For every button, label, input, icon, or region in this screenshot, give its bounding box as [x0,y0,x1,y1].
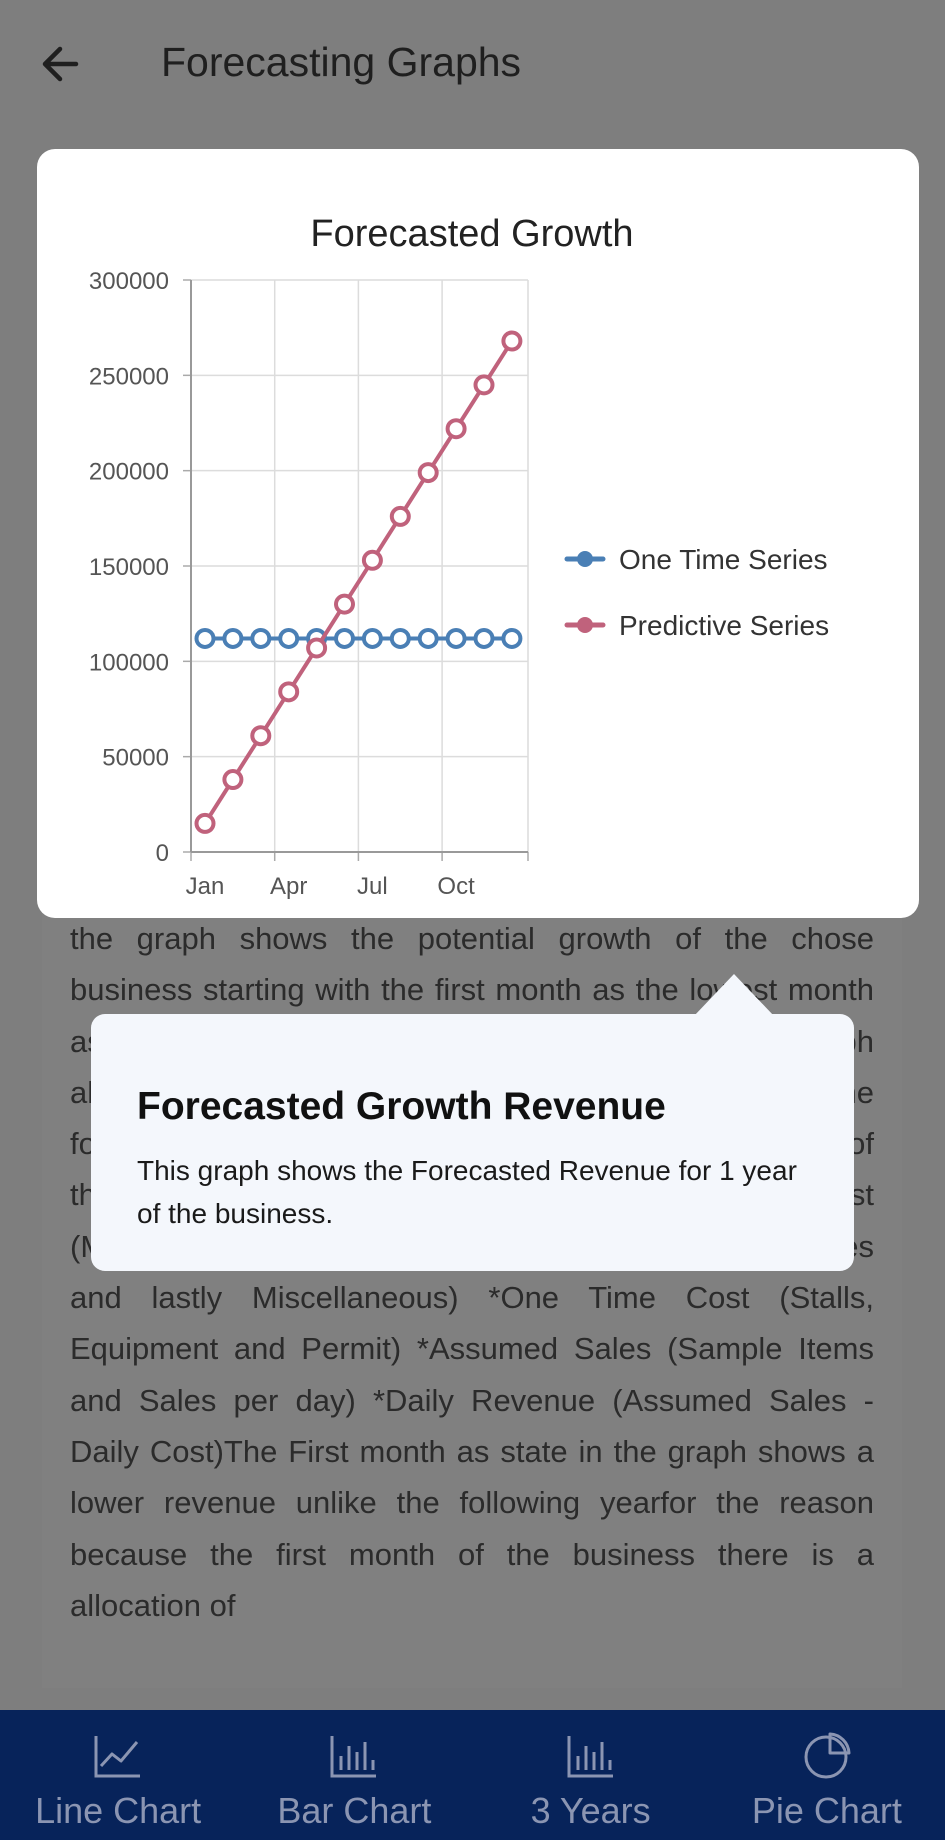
chart-background [47,167,911,909]
data-point [389,505,411,527]
data-point [473,374,495,396]
data-point [334,627,355,649]
data-point [194,812,216,834]
data-point [250,627,272,649]
y-tick-label: 200000 [89,459,169,486]
x-tick-label: Apr [270,873,307,900]
x-tick-label: Jan [186,873,225,900]
popover-description: This graph shows the Forecasted Revenue … [137,1155,797,1229]
bottom-navigation: Line Chart Bar Chart 3 Years Pie Chart [0,1710,945,1840]
data-point [306,637,328,659]
bar-chart-icon [567,1736,613,1778]
chart-card: Forecasted Growth 0 50000 100000 150000 20000… [37,149,919,918]
y-tick-label: 250000 [89,363,169,390]
data-point [194,627,216,649]
forecast-line-chart: Forecasted Growth 0 50000 100000 150000 20000… [47,167,911,909]
nav-label-3-years: 3 Years [530,1790,651,1831]
data-point [473,627,495,649]
page-title: Forecasting Graphs [161,39,522,85]
y-tick-label: 150000 [89,554,169,581]
y-tick-label: 0 [156,840,169,867]
nav-pie-chart[interactable]: Pie Chart [709,1710,945,1840]
y-tick-label: 300000 [89,268,169,295]
data-point [278,627,300,649]
data-point [389,627,411,649]
bar-chart-icon [330,1736,377,1778]
data-point [501,627,523,649]
legend-label: Predictive Series [619,610,829,641]
nav-bar-chart[interactable]: Bar Chart [236,1710,472,1840]
data-point [250,725,272,747]
line-chart-icon [94,1736,141,1778]
data-point [361,627,383,649]
chart-title: Forecasted Growth [310,213,633,255]
data-point [417,462,439,484]
legend-swatch-dot [577,617,593,633]
nav-label-pie-chart: Pie Chart [751,1790,902,1831]
y-tick-label: 100000 [89,649,169,676]
popover-title: Forecasted Growth Revenue [137,1085,666,1128]
data-point [334,593,355,615]
x-tick-label: Oct [437,873,475,900]
arrow-left-icon[interactable] [36,38,88,90]
legend-swatch-dot [577,551,593,567]
tooltip-popover[interactable]: Forecasted Growth Revenue This graph sho… [91,1014,854,1271]
data-point [361,549,383,571]
pie-chart-icon [804,1732,851,1779]
data-point [501,330,523,352]
nav-3-years[interactable]: 3 Years [473,1710,709,1840]
data-point [417,627,439,649]
y-tick-label: 50000 [102,745,169,772]
data-point [278,681,300,703]
data-point [445,627,467,649]
nav-label-line-chart: Line Chart [35,1790,202,1831]
nav-line-chart[interactable]: Line Chart [0,1710,236,1840]
data-point [222,769,244,791]
popover-arrow [694,974,774,1016]
app-header: Forecasting Graphs [0,0,945,125]
legend-label: One Time Series [619,544,828,575]
x-tick-label: Jul [357,873,388,900]
data-point [222,627,244,649]
nav-label-bar-chart: Bar Chart [277,1790,432,1831]
data-point [445,418,467,440]
